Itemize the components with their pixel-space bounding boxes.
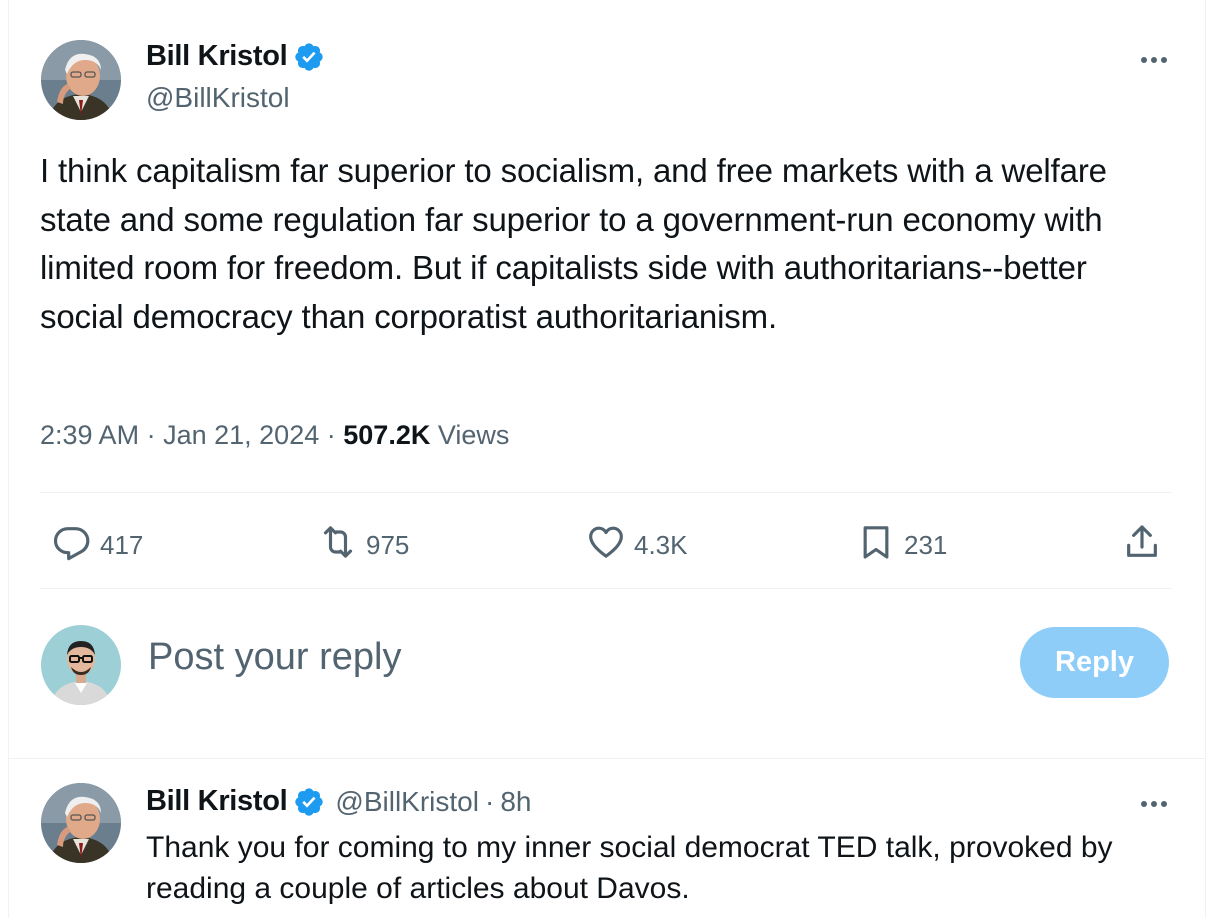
verified-badge-icon[interactable] [293,786,325,818]
views-count[interactable]: 507.2K [343,420,430,450]
bookmark-action-button[interactable]: 231 [856,522,947,569]
heart-icon [586,522,626,569]
thread-divider [8,758,1206,759]
bookmark-icon [856,522,896,569]
author-name-row: Bill Kristol [146,40,325,73]
like-action-button[interactable]: 4.3K [586,522,688,569]
reply-author-handle[interactable]: @BillKristol [335,786,479,818]
frame-border-left [8,0,9,918]
share-icon [1122,522,1162,569]
reply-author-row: Bill Kristol @BillKristol · 8h [146,785,531,818]
meta-separator: · [146,420,156,450]
repost-icon [318,522,358,569]
reply-text: Thank you for coming to my inner social … [146,831,1113,905]
tweet-meta: 2:39 AM · Jan 21, 2024 · 507.2K Views [40,420,509,451]
bookmark-count: 231 [904,530,948,560]
author-avatar[interactable] [41,40,121,120]
tweet-date[interactable]: Jan 21, 2024 [163,420,319,450]
reply-count: 417 [100,530,144,560]
divider [40,492,1172,493]
views-label: Views [437,420,510,450]
repost-action-button[interactable]: 975 [318,522,409,569]
more-options-icon[interactable] [1135,50,1175,70]
current-user-avatar[interactable] [41,625,121,705]
reply-meta: @BillKristol · 8h [335,786,531,818]
reply-button[interactable]: Reply [1020,627,1169,698]
frame-border-right [1205,0,1206,918]
meta-separator: · [326,420,336,450]
reply-author-avatar[interactable] [41,783,121,863]
verified-badge-icon[interactable] [293,41,325,73]
meta-separator: · [484,785,495,817]
share-action-button[interactable] [1122,522,1162,569]
tweet-text: I think capitalism far superior to socia… [40,152,1107,335]
author-display-name[interactable]: Bill Kristol [146,40,288,73]
reply-icon [52,522,92,569]
tweet-time[interactable]: 2:39 AM [40,420,139,450]
repost-count: 975 [366,530,410,560]
reply-action-button[interactable]: 417 [52,522,143,569]
author-handle[interactable]: @BillKristol [146,82,290,114]
reply-time-ago[interactable]: 8h [500,786,531,818]
reply-input[interactable]: Post your reply [148,636,401,679]
reply-author-display-name[interactable]: Bill Kristol [146,785,288,818]
divider [40,588,1172,589]
like-count: 4.3K [634,530,688,560]
more-options-icon[interactable] [1135,794,1175,814]
